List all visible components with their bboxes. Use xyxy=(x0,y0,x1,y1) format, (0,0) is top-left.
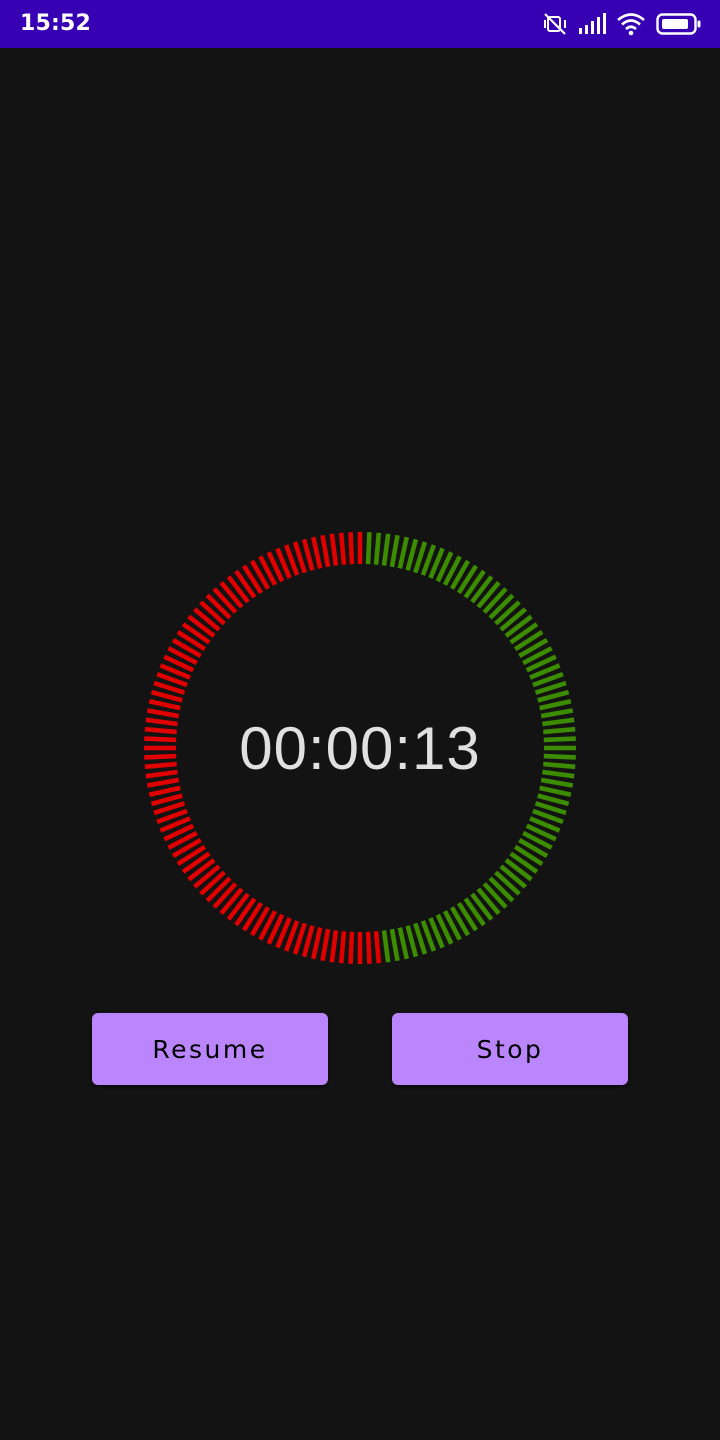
status-bar: 15:52 xyxy=(0,0,720,48)
timer-display: 00:00:13 xyxy=(239,714,481,782)
signal-icon xyxy=(578,13,606,35)
app-content: 00:00:13 Resume Stop xyxy=(0,48,720,1440)
stop-button[interactable]: Stop xyxy=(392,1013,628,1085)
wifi-icon xyxy=(616,12,646,36)
resume-button[interactable]: Resume xyxy=(92,1013,328,1085)
battery-icon xyxy=(656,12,702,36)
timer-ring: 00:00:13 xyxy=(140,528,580,968)
status-icons xyxy=(542,10,702,38)
vibrate-icon xyxy=(542,11,568,37)
status-time: 15:52 xyxy=(20,11,92,36)
